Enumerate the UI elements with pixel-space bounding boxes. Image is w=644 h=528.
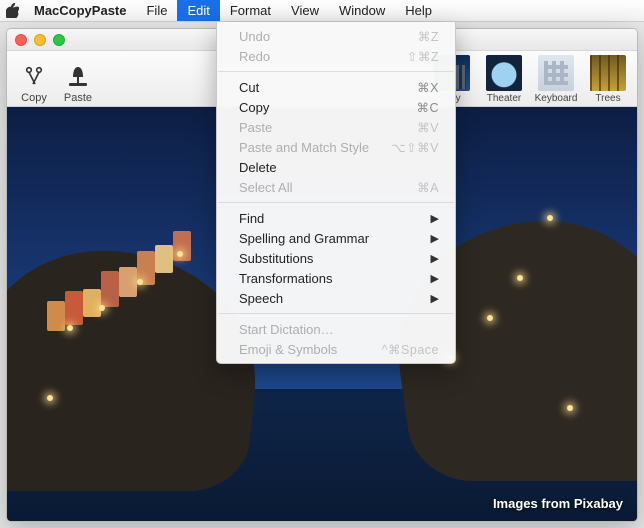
menu-shortcut: ⌘V xyxy=(417,120,439,135)
thumb-keyboard-image xyxy=(538,55,574,91)
copy-button-label: Copy xyxy=(21,92,47,104)
thumb-keyboard-label: Keyboard xyxy=(535,93,578,104)
menu-item-find[interactable]: Find ▶ xyxy=(217,208,455,228)
thumb-trees-image xyxy=(590,55,626,91)
menu-item-label: Find xyxy=(239,211,264,226)
menu-item-paste: Paste ⌘V xyxy=(217,117,455,137)
menubar-item-edit[interactable]: Edit xyxy=(177,0,219,21)
copy-button-icon xyxy=(20,62,48,90)
menu-item-label: Redo xyxy=(239,49,270,64)
menubar-app[interactable]: MacCopyPaste xyxy=(24,0,136,21)
menubar-item-window[interactable]: Window xyxy=(329,0,395,21)
submenu-arrow-icon: ▶ xyxy=(431,272,439,285)
menu-item-label: Transformations xyxy=(239,271,332,286)
menu-item-label: Copy xyxy=(239,100,269,115)
copy-button[interactable]: Copy xyxy=(15,55,53,104)
paste-button[interactable]: Paste xyxy=(59,55,97,104)
menubar: MacCopyPaste FileEditFormatViewWindowHel… xyxy=(0,0,644,22)
menu-shortcut: ⇧⌘Z xyxy=(407,49,439,64)
menu-separator xyxy=(218,71,454,72)
menu-item-paste-and-match-style: Paste and Match Style ⌥⇧⌘V xyxy=(217,137,455,157)
apple-menu[interactable] xyxy=(0,0,24,21)
menu-separator xyxy=(218,313,454,314)
paste-button-label: Paste xyxy=(64,92,92,104)
menu-item-label: Speech xyxy=(239,291,283,306)
menubar-item-view[interactable]: View xyxy=(281,0,329,21)
edit-menu: Undo ⌘Z Redo ⇧⌘Z Cut ⌘X Copy ⌘C Paste ⌘V Paste and… xyxy=(216,22,456,364)
thumb-theater-label: Theater xyxy=(487,93,521,104)
menu-item-start-dictation: Start Dictation… xyxy=(217,319,455,339)
menu-item-label: Paste xyxy=(239,120,272,135)
menu-item-label: Start Dictation… xyxy=(239,322,334,337)
submenu-arrow-icon: ▶ xyxy=(431,232,439,245)
menu-item-undo: Undo ⌘Z xyxy=(217,26,455,46)
image-caption: Images from Pixabay xyxy=(493,496,623,511)
menu-item-delete[interactable]: Delete xyxy=(217,157,455,177)
menu-shortcut: ⌘A xyxy=(417,180,439,195)
menubar-item-file[interactable]: File xyxy=(136,0,177,21)
menu-shortcut: ^⌘Space xyxy=(382,342,439,357)
thumb-theater[interactable]: Theater xyxy=(483,55,525,104)
menu-item-spelling-and-grammar[interactable]: Spelling and Grammar ▶ xyxy=(217,228,455,248)
menu-item-select-all: Select All ⌘A xyxy=(217,177,455,197)
menu-separator xyxy=(218,202,454,203)
menu-item-label: Paste and Match Style xyxy=(239,140,369,155)
menu-item-cut[interactable]: Cut ⌘X xyxy=(217,77,455,97)
paste-button-icon xyxy=(64,62,92,90)
menu-item-copy[interactable]: Copy ⌘C xyxy=(217,97,455,117)
window-close-button[interactable] xyxy=(15,34,27,46)
menu-item-label: Spelling and Grammar xyxy=(239,231,369,246)
menu-item-label: Substitutions xyxy=(239,251,313,266)
menu-item-label: Delete xyxy=(239,160,277,175)
window-minimize-button[interactable] xyxy=(34,34,46,46)
thumb-trees[interactable]: Trees xyxy=(587,55,629,104)
menu-item-transformations[interactable]: Transformations ▶ xyxy=(217,268,455,288)
menu-item-substitutions[interactable]: Substitutions ▶ xyxy=(217,248,455,268)
menu-shortcut: ⌥⇧⌘V xyxy=(391,140,439,155)
thumb-trees-label: Trees xyxy=(595,93,620,104)
menu-shortcut: ⌘C xyxy=(416,100,439,115)
menu-item-label: Cut xyxy=(239,80,259,95)
menu-item-emoji-symbols: Emoji & Symbols ^⌘Space xyxy=(217,339,455,359)
window-zoom-button[interactable] xyxy=(53,34,65,46)
submenu-arrow-icon: ▶ xyxy=(431,292,439,305)
thumb-keyboard[interactable]: Keyboard xyxy=(535,55,577,104)
submenu-arrow-icon: ▶ xyxy=(431,252,439,265)
submenu-arrow-icon: ▶ xyxy=(431,212,439,225)
menu-item-speech[interactable]: Speech ▶ xyxy=(217,288,455,308)
menubar-item-help[interactable]: Help xyxy=(395,0,442,21)
menu-item-label: Undo xyxy=(239,29,270,44)
menu-shortcut: ⌘Z xyxy=(418,29,439,44)
thumb-theater-image xyxy=(486,55,522,91)
menu-item-redo: Redo ⇧⌘Z xyxy=(217,46,455,66)
menu-shortcut: ⌘X xyxy=(417,80,439,95)
menu-item-label: Emoji & Symbols xyxy=(239,342,337,357)
menubar-item-format[interactable]: Format xyxy=(220,0,281,21)
menu-item-label: Select All xyxy=(239,180,292,195)
